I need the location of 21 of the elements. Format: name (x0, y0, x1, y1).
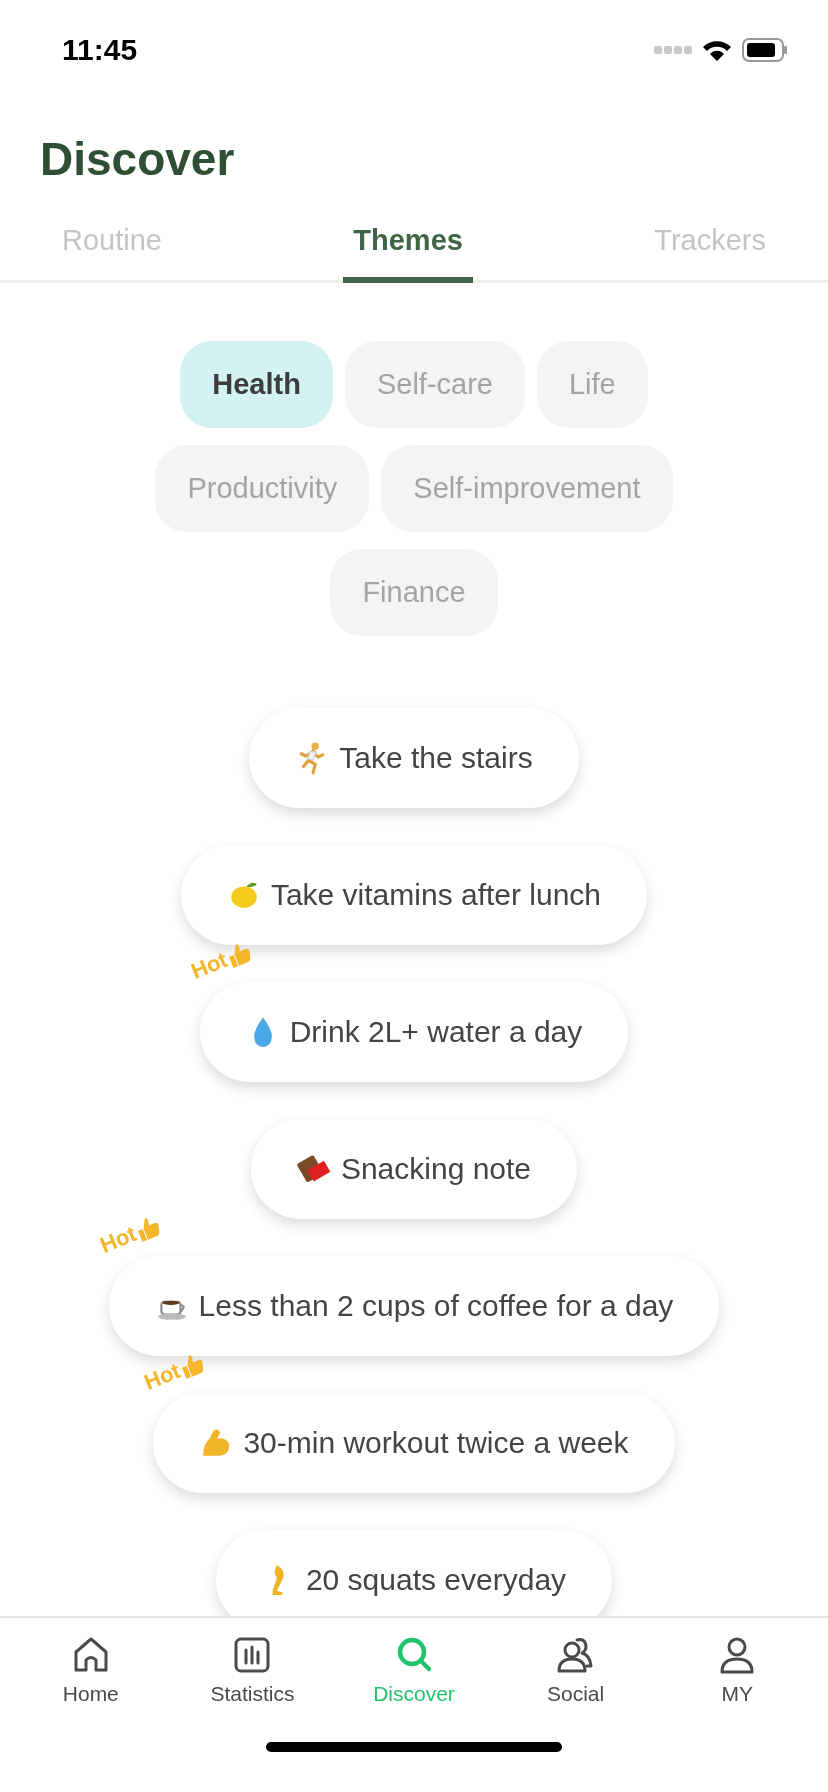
nav-tab[interactable]: Social (500, 1626, 651, 1738)
hot-label: Hot (187, 946, 231, 985)
habit-button[interactable]: Drink 2L+ water a day (199, 982, 629, 1082)
status-time: 11:45 (62, 33, 138, 67)
wifi-icon (702, 39, 732, 61)
tab[interactable]: Themes (343, 214, 473, 283)
signal-icon (654, 44, 692, 56)
habit-button[interactable]: 30-min workout twice a week (153, 1393, 675, 1493)
hot-label: Hot (96, 1220, 140, 1259)
page-title: Discover (40, 132, 236, 186)
nav-tab[interactable]: MY (662, 1626, 813, 1738)
habit-button[interactable]: Less than 2 cups of coffee for a day (108, 1256, 720, 1356)
nav-tab[interactable]: Statistics (177, 1626, 328, 1738)
habit-button[interactable]: Take vitamins after lunch (180, 845, 648, 945)
nav-tab[interactable]: Home (15, 1626, 166, 1738)
hot-label: Hot (140, 1357, 185, 1396)
habit-button[interactable]: Take the stairs (249, 708, 579, 808)
habit-button[interactable]: 20 squats everyday (215, 1530, 613, 1616)
battery-icon (742, 38, 788, 62)
habit-button[interactable]: Snacking note (250, 1119, 578, 1219)
category-chip[interactable]: Health (180, 341, 333, 428)
